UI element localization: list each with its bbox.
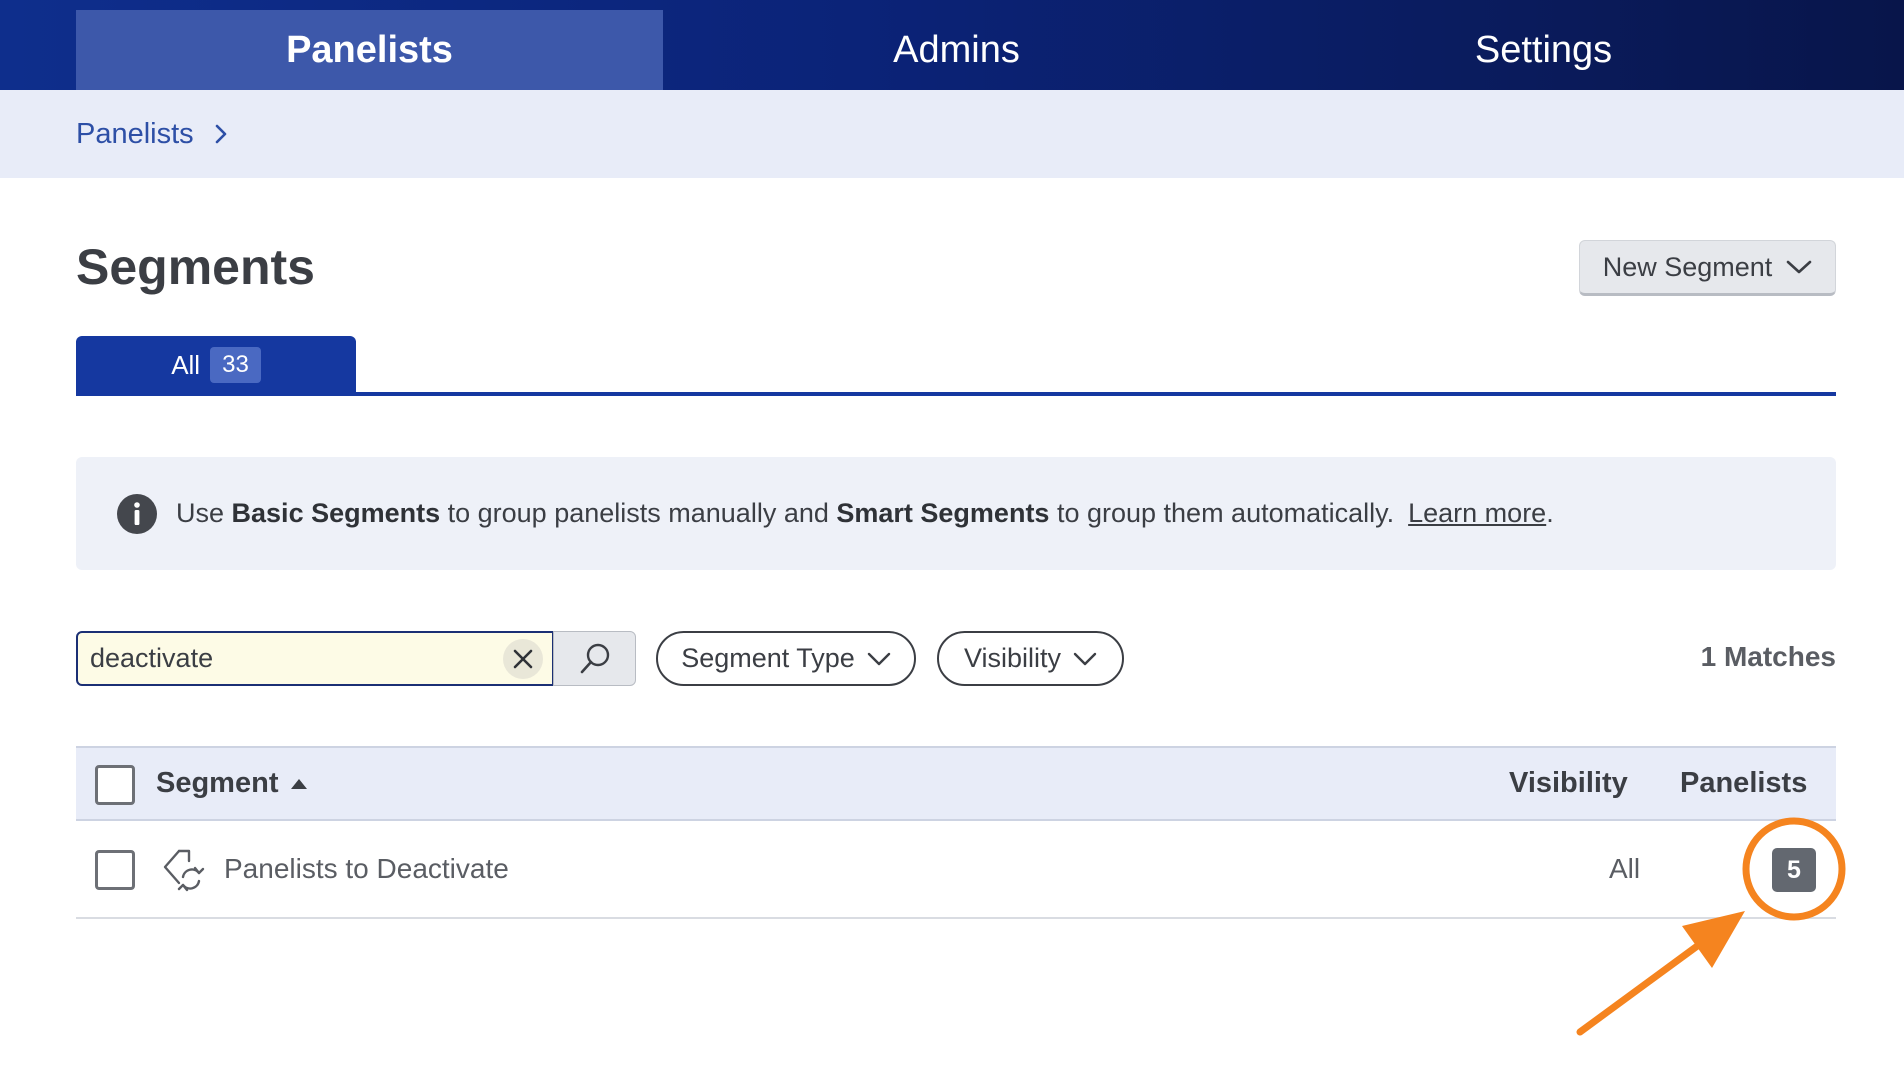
column-header-segment-label: Segment — [156, 767, 279, 799]
segment-name[interactable]: Panelists to Deactivate — [224, 821, 509, 917]
sort-ascending-icon — [291, 778, 308, 789]
tab-all[interactable]: All 33 — [76, 336, 356, 394]
table-header: Segment Visibility Panelists — [76, 746, 1836, 821]
segment-visibility: All — [1609, 853, 1641, 884]
info-text: Use Basic Segments to group panelists ma… — [176, 498, 1394, 529]
matches-count: 1 Matches — [1700, 641, 1836, 672]
nav-tab-settings[interactable]: Settings — [1250, 10, 1837, 90]
column-header-segment[interactable]: Segment — [156, 748, 308, 819]
tab-all-count-badge: 33 — [210, 347, 261, 383]
chevron-down-icon — [1786, 260, 1812, 274]
search-icon — [580, 643, 609, 673]
annotation-arrow-shaft — [1576, 940, 1704, 1036]
annotation-arrow-head — [1682, 911, 1745, 968]
info-smart-segments: Smart Segments — [836, 498, 1050, 528]
info-text-prefix: Use — [176, 498, 232, 528]
nav-tab-panelists[interactable]: Panelists — [76, 10, 663, 90]
visibility-filter-label: Visibility — [963, 643, 1062, 673]
visibility-filter[interactable]: Visibility — [937, 631, 1124, 686]
nav-tab-admins[interactable]: Admins — [663, 10, 1250, 90]
top-navigation: Panelists Admins Settings — [0, 0, 1904, 90]
chevron-right-icon — [215, 124, 226, 144]
chevron-down-icon — [1073, 652, 1097, 665]
segment-type-filter-label: Segment Type — [681, 643, 855, 673]
learn-more-link[interactable]: Learn more — [1408, 498, 1546, 529]
smart-segment-icon — [163, 849, 205, 892]
segment-type-filter[interactable]: Segment Type — [656, 631, 916, 686]
search-button[interactable] — [553, 631, 636, 686]
new-segment-button[interactable]: New Segment — [1579, 240, 1836, 296]
info-basic-segments: Basic Segments — [231, 498, 441, 528]
search-box — [76, 631, 554, 686]
select-all-checkbox[interactable] — [95, 765, 135, 805]
column-header-visibility[interactable]: Visibility — [1509, 748, 1628, 819]
page-title: Segments — [76, 239, 315, 295]
info-text-suffix: to group them automatically. — [1049, 498, 1395, 528]
search-input[interactable] — [90, 633, 490, 684]
panelists-count-badge[interactable]: 5 — [1772, 848, 1816, 892]
table-row: Panelists to Deactivate All 5 — [76, 821, 1836, 919]
breadcrumb-link-panelists[interactable]: Panelists — [76, 118, 194, 151]
new-segment-label: New Segment — [1602, 251, 1773, 282]
column-header-panelists[interactable]: Panelists — [1680, 748, 1807, 819]
info-banner: Use Basic Segments to group panelists ma… — [76, 457, 1836, 570]
clear-search-button[interactable] — [503, 639, 543, 679]
tab-all-label: All — [171, 349, 201, 380]
tab-underline — [76, 392, 1836, 396]
info-icon — [117, 493, 157, 534]
chevron-down-icon — [867, 652, 891, 665]
row-checkbox[interactable] — [95, 850, 135, 890]
info-period: . — [1546, 498, 1554, 528]
info-text-middle: to group panelists manually and — [440, 498, 837, 528]
breadcrumb-bar: Panelists — [0, 90, 1904, 178]
breadcrumb: Panelists — [76, 90, 232, 178]
close-icon — [513, 649, 533, 669]
